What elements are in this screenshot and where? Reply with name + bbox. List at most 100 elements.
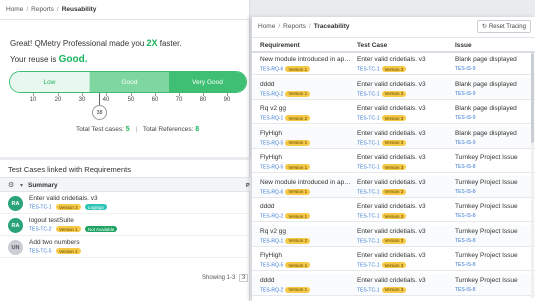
table-row[interactable]: dddd TES-RQ-2 Version 1 Enter valid crideti… <box>252 273 535 296</box>
list-item[interactable]: UN Add two numbers TES-TC-5 Version 1 <box>0 236 250 258</box>
test-case-title[interactable]: logout testSuite <box>29 217 74 224</box>
table-row[interactable]: FlyHigh TES-RQ-5 Version 1 Enter valid crid… <box>252 126 535 149</box>
issue-title[interactable]: Blank page displayed <box>455 56 533 63</box>
requirement-id[interactable]: TES-RQ-1 <box>260 238 283 244</box>
requirement-meta: TES-RQ-1 Version 2 <box>260 237 311 244</box>
sort-icon[interactable]: ▾ <box>20 182 23 189</box>
issue-id[interactable]: TES-IS-9 <box>455 66 476 72</box>
requirement-id[interactable]: TES-RQ-2 <box>260 213 283 219</box>
requirement-title[interactable]: New module introduced in appli... <box>260 179 353 186</box>
test-case-title[interactable]: Enter valid cridetials. v3 <box>357 130 450 137</box>
table-row[interactable]: New module introduced in appli... TES-RQ-… <box>252 175 535 198</box>
issue-title[interactable]: Turnkey Project Issue <box>455 228 533 235</box>
issue-id[interactable]: TES-IS-8 <box>455 287 476 293</box>
test-case-id[interactable]: TES-TC-1 <box>357 189 380 195</box>
breadcrumb-home[interactable]: Home <box>258 23 275 30</box>
meter-scale: 10 20 30 40 50 60 70 80 90 <box>9 93 247 105</box>
table-row[interactable]: FlyHigh TES-RQ-5 Version 1 Enter valid crid… <box>252 249 535 271</box>
requirement-title[interactable]: FlyHigh <box>260 154 353 161</box>
column-settings-icon[interactable]: ⚙ <box>8 181 14 189</box>
table-row[interactable]: dddd TES-RQ-2 Version 1 Enter valid crideti… <box>252 77 535 100</box>
issue-id[interactable]: TES-IS-8 <box>455 189 476 195</box>
requirement-title[interactable]: New module introduced in appli... <box>260 56 353 63</box>
issue-title[interactable]: Blank page displayed <box>455 81 533 88</box>
table-row[interactable]: FlyHigh TES-RQ-5 Version 1 Enter valid crid… <box>252 151 535 173</box>
table-row[interactable]: Rq v2 gg TES-RQ-1 Version 2 Enter valid cri… <box>252 102 535 124</box>
column-issue[interactable]: Issue <box>455 42 472 49</box>
reset-tracing-button[interactable]: ↻ Reset Tracing <box>476 20 531 33</box>
issue-title[interactable]: Turnkey Project Issue <box>455 154 533 161</box>
requirement-id[interactable]: TES-RQ-6 <box>260 66 283 72</box>
requirement-id[interactable]: TES-RQ-5 <box>260 262 283 268</box>
issue-id[interactable]: TES-IS-9 <box>455 140 476 146</box>
list-item[interactable]: RA logout testSuite TES-TC-2 Version 1 N… <box>0 214 250 236</box>
table-row[interactable]: New module introduced in appli... TES-RQ-… <box>252 53 535 75</box>
column-requirement[interactable]: Requirement <box>260 42 300 49</box>
test-case-title[interactable]: Enter valid cridetials. v3 <box>357 228 450 235</box>
issue-id[interactable]: TES-IS-9 <box>455 91 476 97</box>
scrollbar-thumb[interactable] <box>531 53 534 143</box>
test-case-title[interactable]: Add two numbers <box>29 239 80 246</box>
issue-title[interactable]: Turnkey Project Issue <box>455 179 533 186</box>
test-case-id[interactable]: TES-TC-5 <box>29 248 52 254</box>
requirement-title[interactable]: FlyHigh <box>260 130 353 137</box>
table-row[interactable]: Rq v2 gg TES-RQ-1 Version 2 Enter valid cri… <box>252 224 535 247</box>
issue-id[interactable]: TES-IS-8 <box>455 262 476 268</box>
avatar: RA <box>8 196 23 211</box>
test-case-title[interactable]: Enter valid cridetials. v3 <box>357 203 450 210</box>
issue-title[interactable]: Blank page displayed <box>455 105 533 112</box>
test-case-title[interactable]: Enter valid cridetials. v3 <box>357 56 450 63</box>
breadcrumb-home[interactable]: Home <box>6 6 23 13</box>
test-case-id[interactable]: TES-TC-2 <box>29 226 52 232</box>
test-case-id[interactable]: TES-TC-1 <box>357 140 380 146</box>
issue-title[interactable]: Turnkey Project Issue <box>455 252 533 259</box>
test-case-title[interactable]: Enter valid cridetials. v3 <box>357 154 450 161</box>
requirement-id[interactable]: TES-RQ-5 <box>260 140 283 146</box>
summary-header[interactable]: Summary <box>28 182 58 189</box>
version-badge: Version 1 <box>55 226 81 232</box>
breadcrumb: Home / Reports / Reusability <box>6 6 97 13</box>
test-case-title[interactable]: Enter valid cridetials. v3 <box>29 195 98 202</box>
test-case-id[interactable]: TES-TC-1 <box>357 262 380 268</box>
issue-id[interactable]: TES-IS-8 <box>455 213 476 219</box>
requirement-title[interactable]: dddd <box>260 81 353 88</box>
test-case-title[interactable]: Enter valid cridetials. v3 <box>357 252 450 259</box>
issue-id[interactable]: TES-IS-8 <box>455 164 476 170</box>
issue-title[interactable]: Turnkey Project Issue <box>455 277 533 284</box>
breadcrumb-reports[interactable]: Reports <box>283 23 306 30</box>
test-case-title[interactable]: Enter valid cridetials. v3 <box>357 105 450 112</box>
test-case-id[interactable]: TES-TC-1 <box>357 213 380 219</box>
requirement-title[interactable]: FlyHigh <box>260 252 353 259</box>
requirement-id[interactable]: TES-RQ-6 <box>260 189 283 195</box>
issue-id[interactable]: TES-IS-8 <box>455 238 476 244</box>
test-case-title[interactable]: Enter valid cridetials. v3 <box>357 81 450 88</box>
requirement-title[interactable]: Rq v2 gg <box>260 228 353 235</box>
issue-id[interactable]: TES-IS-9 <box>455 115 476 121</box>
requirement-id[interactable]: TES-RQ-1 <box>260 115 283 121</box>
test-case-id[interactable]: TES-TC-1 <box>357 115 380 121</box>
requirement-id[interactable]: TES-RQ-2 <box>260 91 283 97</box>
requirement-id[interactable]: TES-RQ-5 <box>260 164 283 170</box>
page-size-select[interactable]: 3 <box>239 274 249 282</box>
breadcrumb-reports[interactable]: Reports <box>31 6 54 13</box>
column-test-case[interactable]: Test Case <box>357 42 387 49</box>
test-case-title[interactable]: Enter valid cridetials. v3 <box>357 277 450 284</box>
test-case-id[interactable]: TES-TC-1 <box>357 164 380 170</box>
vertical-scrollbar[interactable] <box>531 53 534 298</box>
requirement-title[interactable]: dddd <box>260 277 353 284</box>
requirement-id[interactable]: TES-RQ-2 <box>260 287 283 293</box>
status-badge: Logings <box>85 204 107 210</box>
test-case-id[interactable]: TES-TC-1 <box>357 287 380 293</box>
issue-title[interactable]: Blank page displayed <box>455 130 533 137</box>
version-badge: Version 3 <box>55 204 81 210</box>
requirement-title[interactable]: dddd <box>260 203 353 210</box>
test-case-id[interactable]: TES-TC-1 <box>29 204 52 210</box>
test-case-id[interactable]: TES-TC-1 <box>357 91 380 97</box>
requirement-title[interactable]: Rq v2 gg <box>260 105 353 112</box>
list-item[interactable]: RA Enter valid cridetials. v3 TES-TC-1 V… <box>0 192 250 214</box>
test-case-title[interactable]: Enter valid cridetials. v3 <box>357 179 450 186</box>
table-row[interactable]: dddd TES-RQ-2 Version 1 Enter valid crideti… <box>252 200 535 222</box>
test-case-id[interactable]: TES-TC-1 <box>357 238 380 244</box>
issue-title[interactable]: Turnkey Project Issue <box>455 203 533 210</box>
test-case-id[interactable]: TES-TC-1 <box>357 66 380 72</box>
